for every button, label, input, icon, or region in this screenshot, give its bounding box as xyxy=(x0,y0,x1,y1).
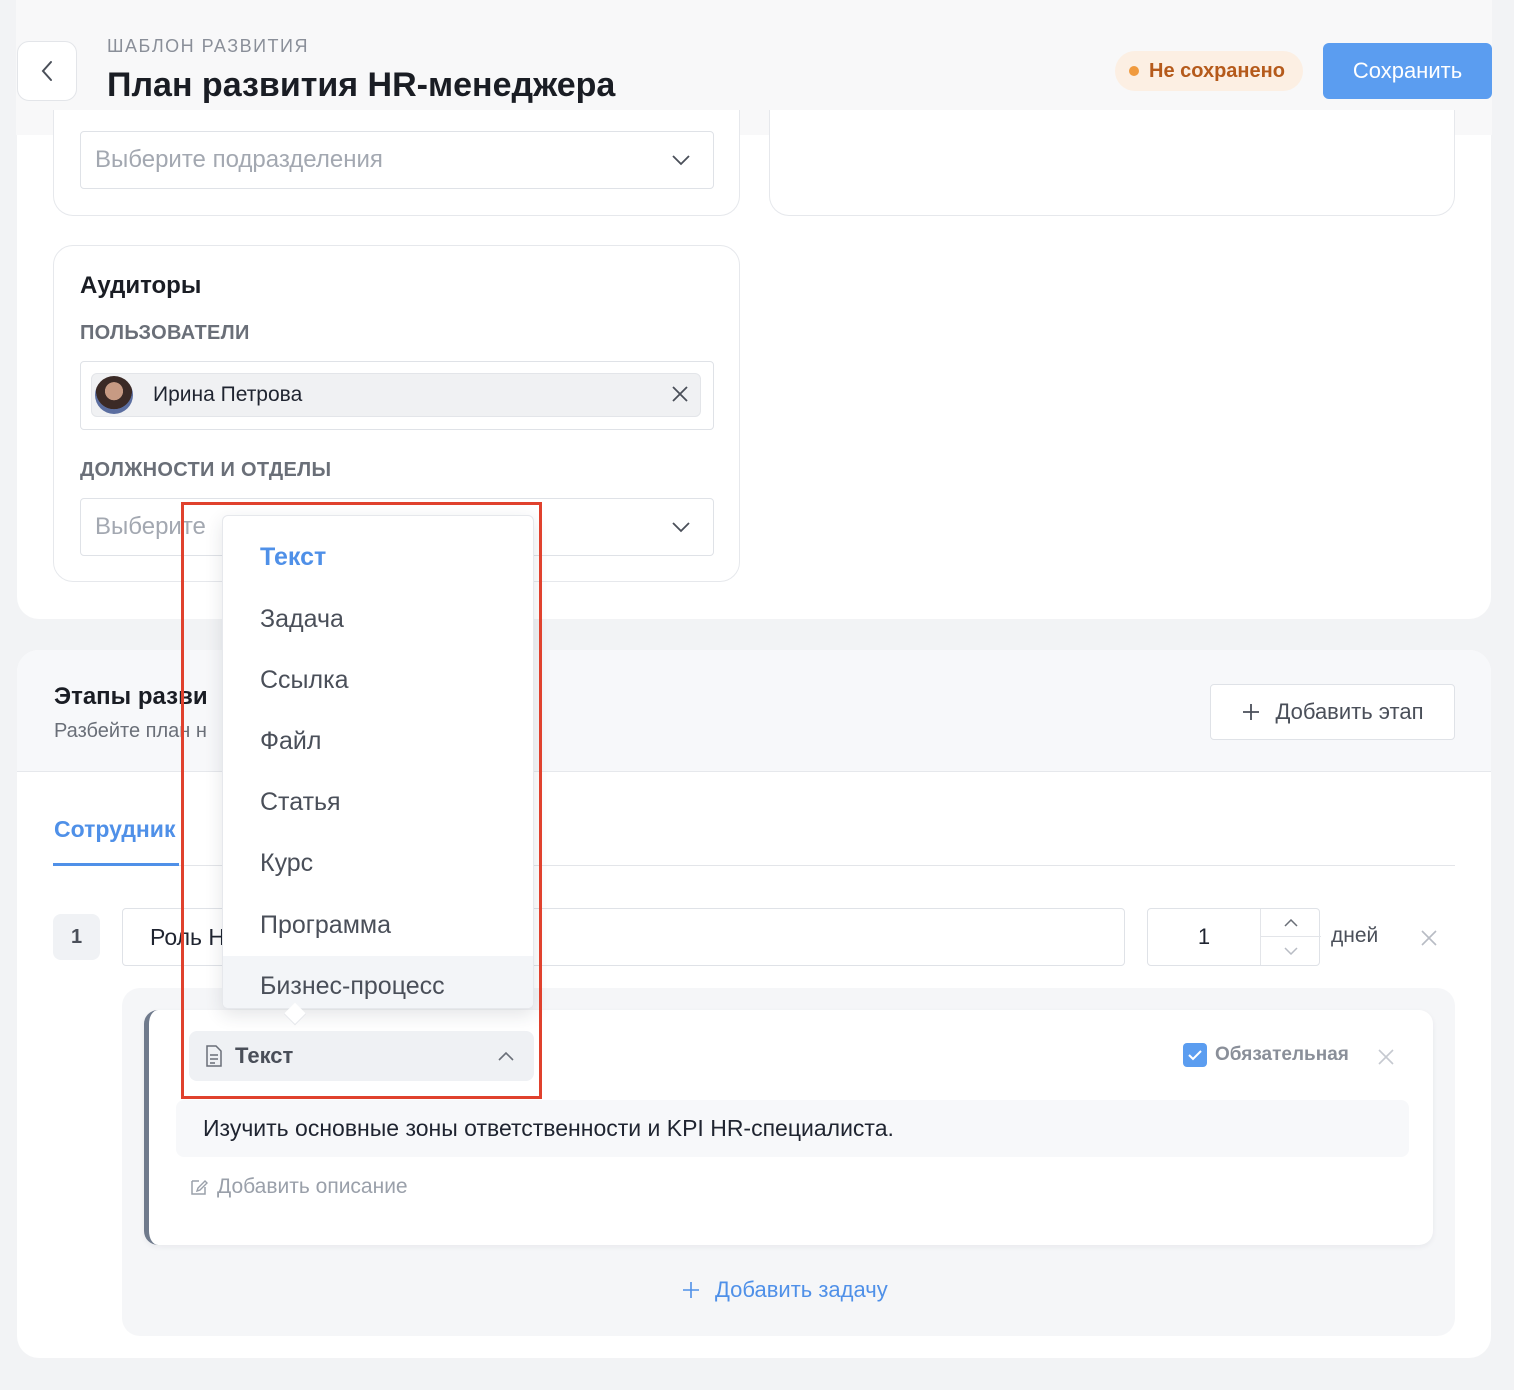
chevron-left-icon xyxy=(41,61,52,81)
chevron-up-icon xyxy=(1284,918,1298,927)
save-button[interactable]: Сохранить xyxy=(1323,43,1492,99)
task-type-select[interactable]: Текст xyxy=(189,1031,534,1081)
document-icon xyxy=(206,1045,222,1067)
task-text-field[interactable]: Изучить основные зоны ответственности и … xyxy=(176,1100,1409,1157)
remove-task-icon[interactable] xyxy=(1377,1048,1395,1066)
task-text: Изучить основные зоны ответственности и … xyxy=(203,1115,894,1141)
add-task-label: Добавить задачу xyxy=(715,1277,888,1302)
dropdown-option-course[interactable]: Курс xyxy=(223,833,533,894)
dropdown-option-task[interactable]: Задача xyxy=(223,589,533,650)
page-eyebrow: ШАБЛОН РАЗВИТИЯ xyxy=(107,36,309,56)
task-type-label: Текст xyxy=(235,1043,294,1068)
departments-select[interactable]: Выберите подразделения xyxy=(80,131,714,189)
checkbox-checked-icon[interactable] xyxy=(1183,1043,1207,1067)
tab-employee[interactable]: Сотрудник xyxy=(54,816,175,843)
add-task-button[interactable]: Добавить задачу xyxy=(681,1277,888,1303)
status-badge: Не сохранено xyxy=(1115,51,1303,91)
add-description-button[interactable]: Добавить описание xyxy=(189,1175,408,1199)
user-chip-name: Ирина Петрова xyxy=(153,383,303,406)
dropdown-option-text[interactable]: Текст xyxy=(223,527,533,588)
add-stage-label: Добавить этап xyxy=(1275,699,1424,724)
step-up-button[interactable] xyxy=(1261,909,1321,937)
dropdown-option-link[interactable]: Ссылка xyxy=(223,650,533,711)
dropdown-option-article[interactable]: Статья xyxy=(223,772,533,833)
positions-label: ДОЛЖНОСТИ И ОТДЕЛЫ xyxy=(80,459,332,481)
add-description-label: Добавить описание xyxy=(217,1175,408,1198)
back-button[interactable] xyxy=(17,41,77,101)
stage-number: 1 xyxy=(53,914,100,960)
days-label: дней xyxy=(1331,924,1379,947)
departments-placeholder: Выберите подразделения xyxy=(95,146,383,173)
days-input[interactable]: 1 xyxy=(1147,908,1321,966)
stages-title: Этапы разви xyxy=(54,683,208,710)
remove-stage-icon[interactable] xyxy=(1420,929,1438,947)
dropdown-option-business-process[interactable]: Бизнес-процесс xyxy=(223,956,533,1008)
right-section xyxy=(769,110,1455,216)
user-chip: Ирина Петрова xyxy=(91,373,701,417)
task-card: Текст Обязательная Изучить основные зоны… xyxy=(144,1010,1433,1245)
users-label: ПОЛЬЗОВАТЕЛИ xyxy=(80,322,250,344)
plus-icon xyxy=(683,1282,699,1298)
stage-name-value: Роль Н xyxy=(150,923,226,950)
mandatory-label: Обязательная xyxy=(1215,1044,1349,1065)
auditors-title: Аудиторы xyxy=(80,272,202,299)
days-stepper[interactable] xyxy=(1260,909,1321,965)
status-dot-icon xyxy=(1129,66,1139,76)
chevron-up-icon xyxy=(498,1051,514,1061)
tab-active-indicator xyxy=(53,863,179,866)
task-type-dropdown: Текст Задача Ссылка Файл Статья Курс Про… xyxy=(222,515,534,1009)
chevron-down-icon xyxy=(1284,947,1298,955)
edit-icon xyxy=(191,1180,208,1195)
dropdown-option-program[interactable]: Программа xyxy=(223,895,533,956)
add-stage-button[interactable]: Добавить этап xyxy=(1210,684,1455,740)
mandatory-toggle[interactable]: Обязательная xyxy=(1183,1043,1349,1067)
positions-placeholder: Выберите xyxy=(95,513,206,540)
days-value: 1 xyxy=(1197,924,1211,949)
chevron-down-icon xyxy=(672,522,690,533)
dropdown-option-file[interactable]: Файл xyxy=(223,711,533,772)
page-title: План развития HR-менеджера xyxy=(107,66,616,104)
close-icon[interactable] xyxy=(670,384,690,404)
step-down-button[interactable] xyxy=(1261,937,1321,965)
status-text: Не сохранено xyxy=(1149,59,1285,82)
plus-icon xyxy=(1243,704,1260,720)
stages-subtitle: Разбейте план н xyxy=(54,720,207,742)
chevron-down-icon xyxy=(672,155,690,166)
avatar xyxy=(95,376,133,414)
